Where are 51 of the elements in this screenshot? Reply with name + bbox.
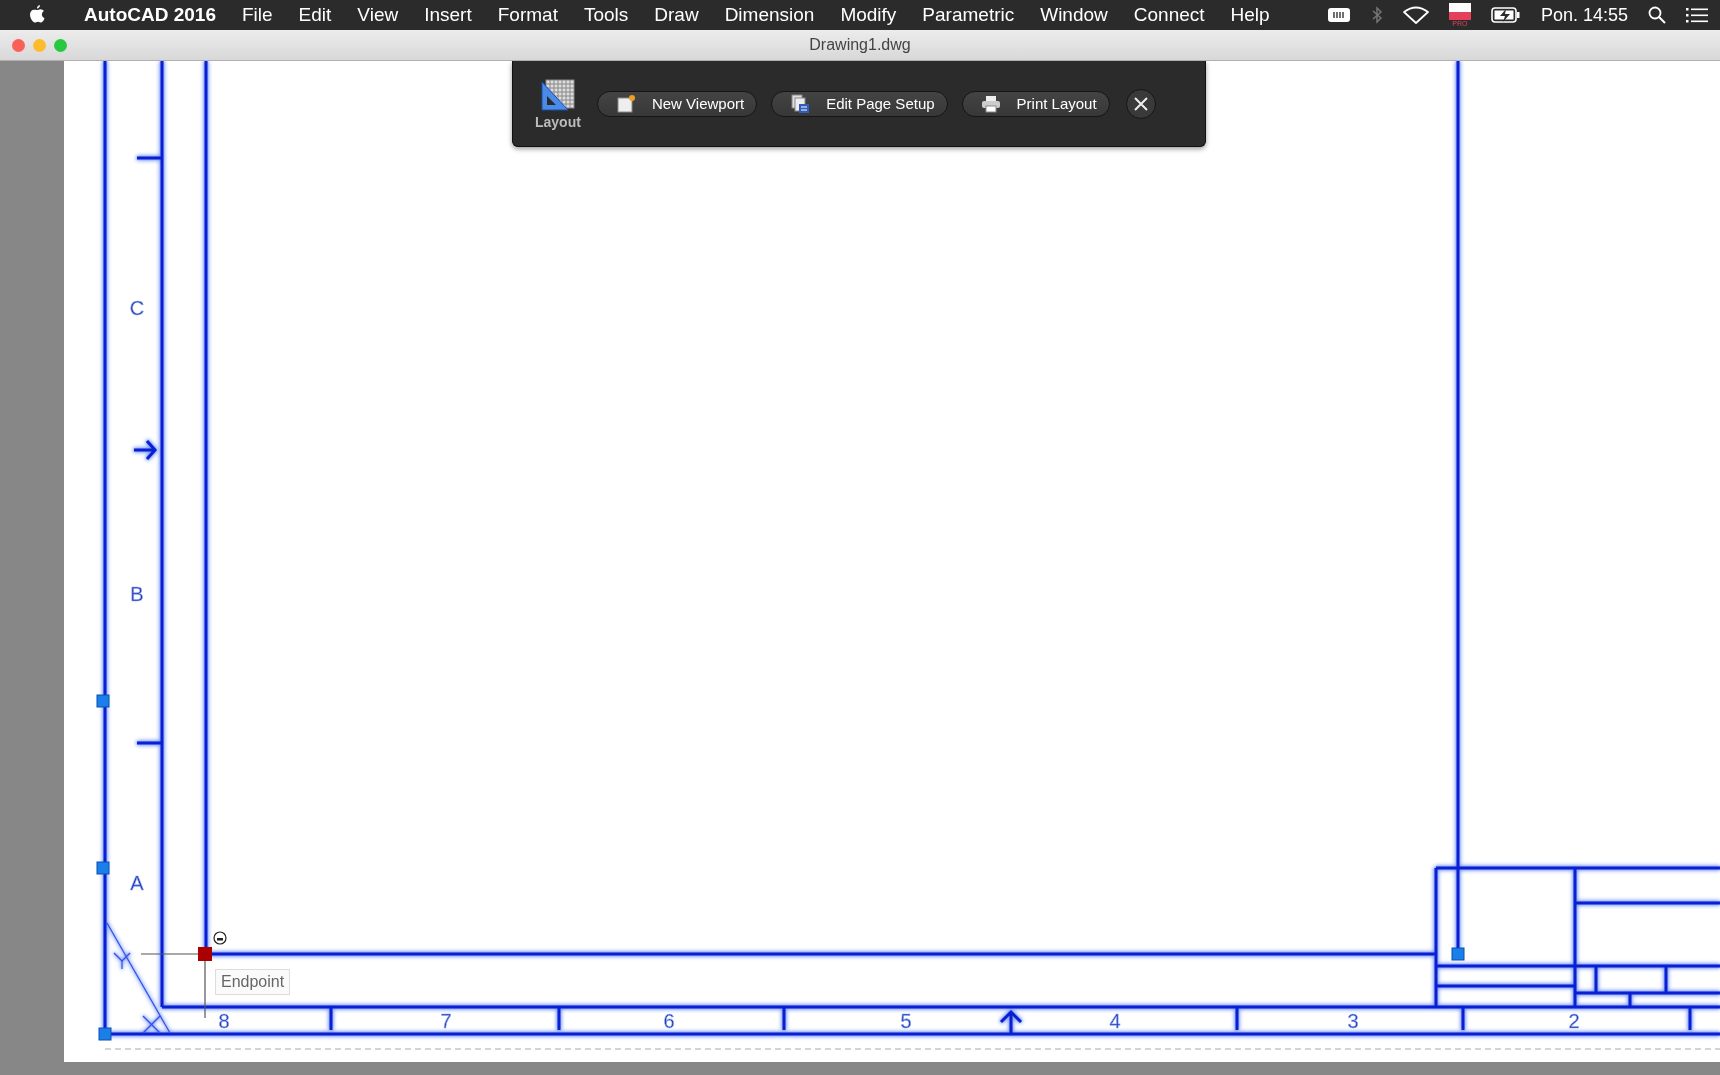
column-label: 8 xyxy=(218,1010,230,1032)
grip-handle[interactable] xyxy=(1451,947,1465,961)
row-label: B xyxy=(130,583,144,605)
page-setup-icon xyxy=(790,93,811,114)
clock[interactable]: Pon. 14:55 xyxy=(1540,4,1628,26)
column-label: 6 xyxy=(663,1010,675,1032)
row-label: A xyxy=(130,872,144,894)
layout-label: Layout xyxy=(535,113,581,130)
endpoint-snap-marker xyxy=(198,947,212,961)
grip-handle[interactable] xyxy=(96,694,110,708)
keyboard-icon[interactable] xyxy=(1326,7,1351,23)
menu-item[interactable]: Edit xyxy=(298,4,332,26)
toolbar-button[interactable]: Edit Page Setup xyxy=(771,90,948,117)
search-icon[interactable] xyxy=(1648,6,1666,24)
column-label: 3 xyxy=(1347,1010,1359,1032)
window-title: Drawing1.dwg xyxy=(809,36,911,54)
column-label: 2 xyxy=(1568,1010,1580,1032)
column-label: 7 xyxy=(440,1010,452,1032)
wifi-icon[interactable] xyxy=(1402,6,1429,24)
menu-item[interactable]: Modify xyxy=(840,4,897,26)
menu-item[interactable]: Dimension xyxy=(724,4,815,26)
snap-glyph-icon xyxy=(213,931,227,945)
close-toolbar-button[interactable] xyxy=(1125,88,1156,119)
menu-item[interactable]: Tools xyxy=(583,4,629,26)
grip-handle[interactable] xyxy=(98,1027,112,1041)
crosshair-cursor xyxy=(140,953,206,1019)
menu-item[interactable]: Draw xyxy=(654,4,699,26)
column-label: 5 xyxy=(900,1010,912,1032)
toolbar-button[interactable]: New Viewport xyxy=(596,90,758,117)
bluetooth-icon[interactable] xyxy=(1370,6,1383,24)
menu-item[interactable]: Parametric xyxy=(922,4,1015,26)
layout-icon[interactable] xyxy=(539,77,576,112)
menu-item[interactable]: Format xyxy=(497,4,558,26)
menu-item[interactable]: Connect xyxy=(1133,4,1205,26)
menu-item[interactable]: Help xyxy=(1230,4,1270,26)
menu-item[interactable]: Insert xyxy=(424,4,472,26)
battery-charging-icon[interactable] xyxy=(1490,7,1521,23)
printer-icon xyxy=(980,93,1001,114)
close-icon xyxy=(1133,96,1148,111)
menu-item[interactable]: Window xyxy=(1040,4,1108,26)
menu-item[interactable]: View xyxy=(357,4,399,26)
row-label: C xyxy=(129,297,145,319)
grip-handle[interactable] xyxy=(96,861,110,875)
snap-tooltip: Endpoint xyxy=(215,969,291,995)
list-icon[interactable] xyxy=(1686,7,1708,23)
apple-logo-icon[interactable] xyxy=(28,5,46,25)
new-viewport-icon xyxy=(615,93,636,114)
column-label: 4 xyxy=(1109,1010,1121,1032)
app-menu[interactable]: AutoCAD 2016 xyxy=(84,4,216,26)
toolbar-button[interactable]: Print Layout xyxy=(961,90,1110,117)
menu-item[interactable]: File xyxy=(242,4,273,26)
